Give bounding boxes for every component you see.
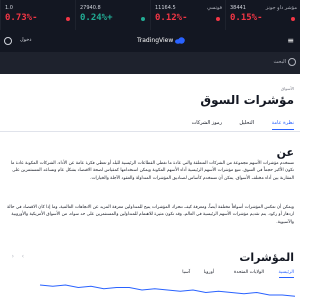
ticker-change: -0.15% [230,13,263,23]
about-heading: عن [276,146,294,159]
chevron-right-icon[interactable]: › [16,253,24,261]
index-chart [39,284,296,297]
chevron-left-icon[interactable]: ‹ [6,253,14,261]
header: دخول TradingView ≡ [0,30,300,52]
tab-symbols[interactable]: رموز الشركات [192,120,222,129]
brand-name: TradingView [137,37,174,44]
indices-heading: المؤشرات [239,251,294,264]
status-dot-icon [216,17,220,21]
logo[interactable]: TradingView [137,37,186,44]
ticker-item[interactable]: مؤشر داو جونز 38441 -0.15% [225,0,300,30]
about-paragraph: تستخدم مؤشرات الأسهم مجموعة من الشركات ا… [10,161,294,181]
chart-series-line [39,284,296,297]
about-paragraph: وبمكن أن تعكس المؤشرات أسواقاً مختلفة أي… [6,205,294,225]
ticker-price: 38441 [230,5,246,11]
ticker-price: 1.0 [5,5,13,11]
ticker-price: 27940.8 [80,5,101,11]
status-dot-icon [141,17,145,21]
user-icon[interactable] [4,37,12,45]
status-dot-icon [66,17,70,21]
indices-tabs: الرئيسية الولايات المتحدة أوروبا آسيا [0,268,300,280]
status-dot-icon [291,17,295,21]
ticker-name: فوتسي [207,5,222,11]
page-title: مؤشرات السوق [200,93,294,107]
breadcrumb[interactable]: الأسواق [281,86,294,91]
ticker-bar: مؤشر داو جونز 38441 -0.15% فوتسي 11164.5… [0,0,300,30]
login-link[interactable]: دخول [20,37,32,43]
tab-analysis[interactable]: التحليل [239,120,254,129]
menu-icon[interactable]: ≡ [287,36,294,45]
ticker-item[interactable]: 27940.8 +0.24% [75,0,150,30]
cloud-logo-icon [175,37,186,44]
search-input[interactable]: البحث [273,59,286,65]
subtab-europe[interactable]: أوروبا [204,270,214,275]
tab-overview[interactable]: نظرة عامة [271,120,294,130]
ticker-item[interactable]: فوتسي 11164.5 -0.12% [150,0,225,30]
ticker-change: -0.73% [5,13,38,23]
subtab-us[interactable]: الولايات المتحدة [234,270,264,275]
ticker-name: مؤشر داو جونز [265,5,297,11]
ticker-price: 11164.5 [155,5,176,11]
tabs: نظرة عامة التحليل رموز الشركات [0,118,300,132]
ticker-item[interactable]: 1.0 -0.73% [0,0,75,30]
ticker-change: -0.12% [155,13,188,23]
search-bar[interactable]: البحث [0,52,300,74]
ticker-change: +0.24% [80,13,113,23]
subtab-asia[interactable]: آسيا [182,270,190,275]
subtab-major[interactable]: الرئيسية [278,270,294,278]
search-icon [288,58,296,66]
